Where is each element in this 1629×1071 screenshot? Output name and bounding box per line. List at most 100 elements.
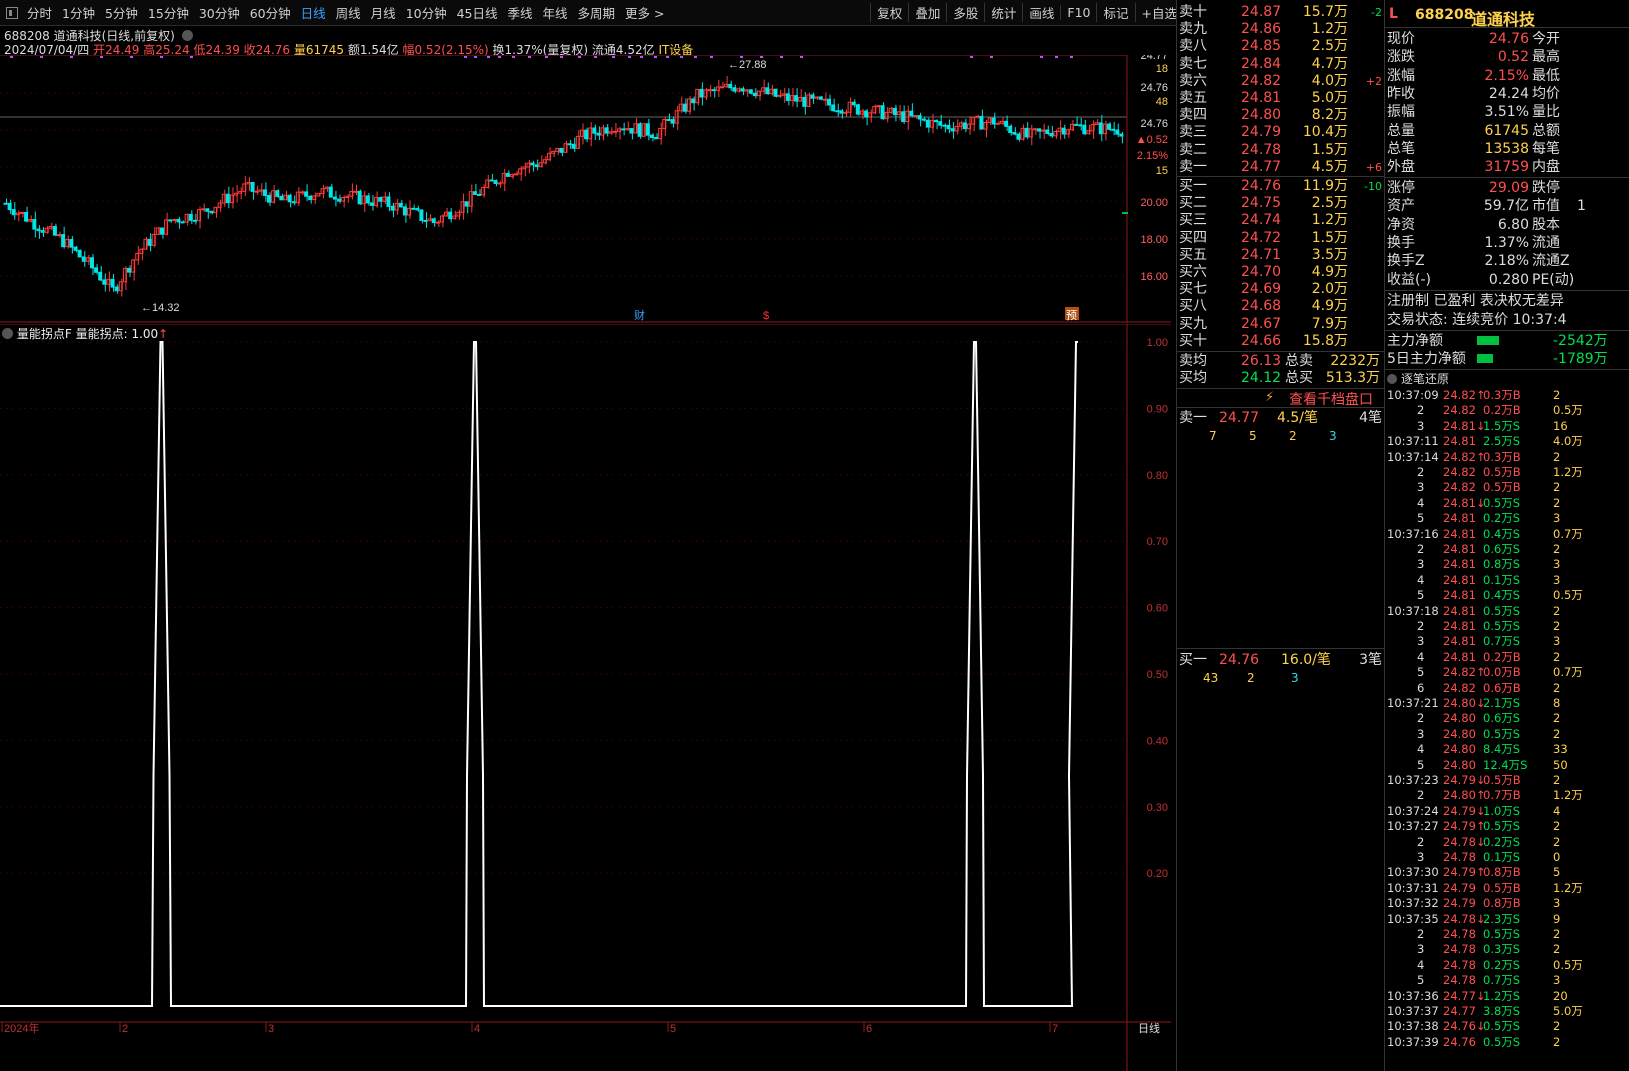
tick-row: 3 24.81↓ 1.5万S 16	[1387, 419, 1629, 434]
tool-button-2[interactable]: 多股	[946, 3, 984, 22]
tick-volume: 0.5万S	[1483, 726, 1521, 741]
kline-chart[interactable]: 24.7718 24.76 48 24.76 ▲0.52 2.15% 15 20.00 18.0…	[0, 55, 1171, 323]
bid1-per: 16.0/笔	[1281, 652, 1331, 668]
ask1-queue-item: 2	[1289, 429, 1297, 443]
indicator-y-label: 0.60	[1147, 603, 1168, 615]
bid-row[interactable]: 买九 24.67 7.9万	[1177, 316, 1384, 333]
tick-count: 2	[1553, 542, 1561, 556]
tick-count: 0.7万	[1553, 665, 1583, 680]
bid-row[interactable]: 买六 24.70 4.9万	[1177, 264, 1384, 281]
ask-label: 卖六	[1179, 72, 1207, 89]
tool-button-0[interactable]: 复权	[870, 3, 908, 22]
candle-body	[534, 164, 539, 168]
period-tab-8[interactable]: 月线	[366, 3, 401, 22]
quote-row: 换手 1.37% 流通	[1387, 234, 1560, 252]
bid-row[interactable]: 买一 24.76 11.9万 -10	[1177, 178, 1384, 195]
quote-value: 3.51%	[1484, 104, 1529, 121]
tick-count: 50	[1553, 757, 1568, 772]
ask-row[interactable]: 卖四 24.80 8.2万	[1177, 107, 1384, 124]
indicator-menu-icon[interactable]	[2, 328, 13, 339]
period-tab-11[interactable]: 季线	[503, 3, 538, 22]
depth-link[interactable]: 查看千档盘口	[1289, 389, 1373, 409]
period-tab-14[interactable]: 更多 >	[620, 3, 669, 22]
period-tab-2[interactable]: 5分钟	[100, 3, 143, 22]
bid-volume: 3.5万	[1311, 246, 1348, 263]
ask-price: 24.80	[1241, 107, 1282, 124]
tick-row: 3 24.78 0.3万S 2	[1387, 942, 1629, 957]
period-tab-1[interactable]: 1分钟	[57, 3, 100, 22]
ask-row[interactable]: 卖十 24.87 15.7万 -2	[1177, 4, 1384, 21]
period-tab-3[interactable]: 15分钟	[143, 3, 194, 22]
indicator-chart[interactable]: 1.00 0.90 0.80 0.70 0.60 0.50 0.40 0.30 0.20 2024…	[0, 324, 1171, 1071]
tick-volume: 0.5万B	[1483, 480, 1521, 495]
tick-price: 24.78	[1443, 973, 1476, 988]
bid-price: 24.76	[1241, 178, 1282, 194]
bid-row[interactable]: 买四 24.72 1.5万	[1177, 230, 1384, 247]
period-tab-5[interactable]: 60分钟	[245, 3, 296, 22]
bid-row[interactable]: 买七 24.69 2.0万	[1177, 281, 1384, 298]
signal-dot	[694, 56, 697, 58]
candle-body	[1074, 123, 1079, 126]
quote-key2: 总额	[1532, 122, 1560, 139]
bid-row[interactable]: 买五 24.71 3.5万	[1177, 247, 1384, 264]
period-tab-12[interactable]: 年线	[538, 3, 573, 22]
x-axis-label: 4	[474, 1023, 480, 1035]
tick-time: 10:37:27	[1387, 819, 1439, 834]
bid-row[interactable]: 买二 24.75 2.5万	[1177, 195, 1384, 212]
bid-row[interactable]: 买八 24.68 4.9万	[1177, 298, 1384, 315]
candle-body	[197, 209, 202, 222]
candle-body	[897, 111, 902, 116]
quote-key2: 市值	[1532, 198, 1560, 215]
tick-price: 24.78↓	[1443, 911, 1486, 926]
bid-row[interactable]: 买十 24.66 15.8万	[1177, 333, 1384, 350]
ask-row[interactable]: 卖八 24.85 2.5万	[1177, 38, 1384, 55]
candle-body	[1111, 128, 1116, 131]
period-tab-6[interactable]: 日线	[296, 3, 331, 22]
collapse-icon[interactable]	[1387, 374, 1397, 384]
tick-count: 2	[1553, 388, 1561, 402]
period-tab-4[interactable]: 30分钟	[194, 3, 245, 22]
tick-volume: 0.1万S	[1483, 572, 1521, 587]
bid-row[interactable]: 买三 24.74 1.2万	[1177, 212, 1384, 229]
ask-row[interactable]: 卖一 24.77 4.5万 +6	[1177, 159, 1384, 176]
candle-body	[1020, 127, 1025, 140]
ask-row[interactable]: 卖九 24.86 1.2万	[1177, 21, 1384, 38]
candle-body	[7, 202, 12, 211]
candle-body	[234, 192, 239, 196]
dropdown-icon[interactable]	[181, 30, 193, 41]
ask-row[interactable]: 卖七 24.84 4.7万	[1177, 56, 1384, 73]
indicator-y-label: 0.90	[1147, 403, 1168, 415]
ask1-queue: 7 5 2 3	[1177, 428, 1384, 445]
ask-row[interactable]: 卖三 24.79 10.4万	[1177, 124, 1384, 141]
ask-label: 卖九	[1179, 21, 1207, 38]
tool-button-3[interactable]: 统计	[984, 3, 1022, 22]
kline-y-label: 2.15%	[1137, 150, 1168, 162]
tool-button-6[interactable]: 标记	[1096, 3, 1134, 22]
tick-row: 10:37:31 24.79 0.5万B 1.2万	[1387, 881, 1629, 896]
tick-time: 5	[1417, 665, 1425, 680]
tick-time: 10:37:39	[1387, 1034, 1439, 1049]
period-tab-7[interactable]: 周线	[331, 3, 366, 22]
candle-body	[625, 128, 630, 131]
candle-body	[785, 93, 790, 101]
tool-button-1[interactable]: 叠加	[908, 3, 946, 22]
candle-body	[876, 105, 881, 108]
quote-name[interactable]: 道通科技	[1471, 6, 1535, 30]
indicator-title[interactable]: 量能拐点F	[17, 327, 72, 341]
tick-price: 24.77	[1443, 1004, 1476, 1018]
signal-dot	[1070, 56, 1073, 58]
period-tab-10[interactable]: 45日线	[452, 3, 503, 22]
tool-button-5[interactable]: F10	[1060, 5, 1096, 20]
period-tab-9[interactable]: 10分钟	[401, 3, 452, 22]
period-tab-0[interactable]: 分时	[22, 3, 57, 22]
panel-toggle-icon[interactable]	[6, 6, 18, 19]
ask-row[interactable]: 卖五 24.81 5.0万	[1177, 90, 1384, 107]
candle-body	[822, 98, 827, 101]
candle-body	[802, 96, 807, 107]
tick-row: 5 24.80 12.4万S 50	[1387, 758, 1629, 773]
period-tab-13[interactable]: 多周期	[573, 3, 621, 22]
tick-header[interactable]: 逐笔还原	[1387, 370, 1449, 388]
ask-row[interactable]: 卖二 24.78 1.5万	[1177, 142, 1384, 159]
ask-row[interactable]: 卖六 24.82 4.0万 +2	[1177, 73, 1384, 90]
tool-button-4[interactable]: 画线	[1022, 3, 1060, 22]
